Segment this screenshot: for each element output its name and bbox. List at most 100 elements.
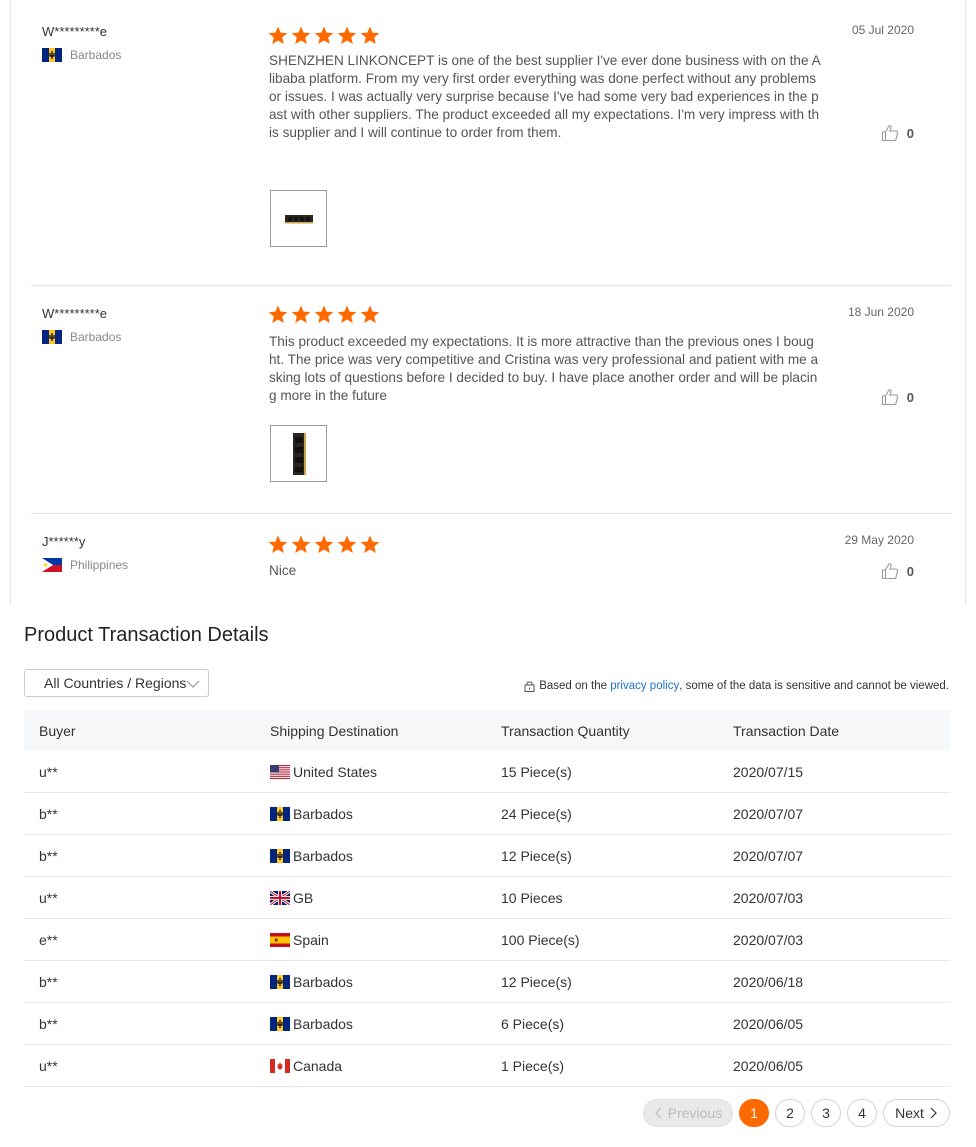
- destination-cell: United States: [255, 764, 486, 780]
- reviewer-name: W*********e: [42, 306, 108, 321]
- buyer-cell: b**: [39, 1015, 58, 1032]
- barbados-flag-icon: [270, 848, 290, 863]
- review-text: Nice: [269, 563, 297, 578]
- date-cell: 2020/06/18: [733, 973, 804, 990]
- date-cell: 2020/07/07: [733, 805, 804, 822]
- thumbs-up-icon: [881, 563, 898, 580]
- destination-cell: Barbados: [255, 974, 486, 990]
- star-icon: [291, 535, 311, 553]
- quantity-cell: 12 Piece(s): [501, 847, 572, 864]
- review-photo[interactable]: [270, 425, 327, 482]
- destination-cell: Spain: [255, 932, 486, 948]
- review-text: SHENZHEN LINKONCEPT is one of the best s…: [269, 53, 821, 140]
- destination-cell: Barbados: [255, 848, 486, 864]
- thumbs-up-icon: [881, 125, 898, 142]
- country-region-filter[interactable]: All Countries / Regions: [24, 669, 209, 697]
- table-row: u** Canada 1 Piece(s) 2020/06/05: [24, 1045, 950, 1087]
- destination-cell: GB: [255, 890, 486, 906]
- chevron-down-icon: [186, 680, 200, 688]
- quantity-cell: 6 Piece(s): [501, 1015, 565, 1032]
- lock-icon: [524, 681, 535, 692]
- star-icon: [360, 535, 380, 553]
- reviewer-name: J******y: [42, 534, 86, 549]
- star-icon: [291, 305, 311, 323]
- page-button-2[interactable]: 2: [775, 1099, 805, 1127]
- barbados-flag-icon: [42, 48, 62, 62]
- buyer-cell: e**: [39, 931, 58, 948]
- rating-stars: [268, 305, 383, 324]
- like-button[interactable]: 0: [881, 562, 914, 580]
- page-button-4[interactable]: 4: [847, 1099, 877, 1127]
- star-icon: [360, 305, 380, 323]
- star-icon: [360, 26, 380, 44]
- review-date: 18 Jun 2020: [847, 305, 914, 319]
- date-cell: 2020/07/15: [733, 763, 804, 780]
- rating-stars: [268, 26, 383, 45]
- table-row: u** United States 15 Piece(s) 2020/07/15: [24, 751, 950, 793]
- chevron-right-icon: [930, 1107, 937, 1119]
- date-cell: 2020/06/05: [733, 1015, 804, 1032]
- us-flag-icon: [270, 764, 290, 779]
- column-header-date: Transaction Date: [733, 722, 840, 739]
- star-icon: [268, 26, 288, 44]
- privacy-policy-link[interactable]: privacy policy: [610, 680, 679, 692]
- spain-flag-icon: [270, 932, 290, 947]
- review-date: 29 May 2020: [844, 533, 914, 547]
- ram-module-image: [292, 432, 306, 475]
- date-cell: 2020/07/03: [733, 889, 804, 906]
- previous-page-button[interactable]: Previous: [643, 1099, 733, 1127]
- column-header-destination: Shipping Destination: [270, 722, 399, 739]
- quantity-cell: 10 Pieces: [501, 889, 563, 906]
- reviewer-country: Barbados: [42, 330, 121, 344]
- buyer-cell: u**: [39, 763, 58, 780]
- star-icon: [268, 305, 288, 323]
- quantity-cell: 100 Piece(s): [501, 931, 580, 948]
- gb-flag-icon: [270, 890, 290, 905]
- date-cell: 2020/06/05: [733, 1057, 804, 1074]
- star-icon: [337, 26, 357, 44]
- barbados-flag-icon: [270, 974, 290, 989]
- destination-cell: Barbados: [255, 1016, 486, 1032]
- pagination: Previous 1 2 3 4 Next: [637, 1099, 950, 1127]
- review-date: 05 Jul 2020: [851, 23, 914, 37]
- review-item: W*********e Barbados SHENZHEN LINKONCEPT…: [31, 0, 951, 286]
- reviews-list: W*********e Barbados SHENZHEN LINKONCEPT…: [10, 0, 966, 606]
- barbados-flag-icon: [270, 1016, 290, 1031]
- barbados-flag-icon: [42, 330, 62, 344]
- barbados-flag-icon: [270, 806, 290, 821]
- table-row: b** Barbados 12 Piece(s) 2020/06/18: [24, 961, 950, 1003]
- buyer-cell: b**: [39, 847, 58, 864]
- star-icon: [314, 305, 334, 323]
- philippines-flag-icon: [42, 558, 62, 572]
- table-row: b** Barbados 12 Piece(s) 2020/07/07: [24, 835, 950, 877]
- table-header: Buyer Shipping Destination Transaction Q…: [24, 710, 950, 751]
- quantity-cell: 24 Piece(s): [501, 805, 572, 822]
- table-row: b** Barbados 6 Piece(s) 2020/06/05: [24, 1003, 950, 1045]
- reviewer-country: Philippines: [42, 558, 128, 572]
- buyer-cell: u**: [39, 1057, 58, 1074]
- like-count: 0: [906, 389, 914, 405]
- quantity-cell: 15 Piece(s): [501, 763, 572, 780]
- buyer-cell: b**: [39, 805, 58, 822]
- table-row: b** Barbados 24 Piece(s) 2020/07/07: [24, 793, 950, 835]
- thumbs-up-icon: [881, 389, 898, 406]
- buyer-cell: u**: [39, 889, 58, 906]
- privacy-notice: Based on the privacy policy, some of the…: [524, 680, 949, 692]
- star-icon: [291, 26, 311, 44]
- chevron-left-icon: [654, 1107, 662, 1119]
- star-icon: [314, 26, 334, 44]
- rating-stars: [268, 535, 383, 554]
- page-button-3[interactable]: 3: [811, 1099, 841, 1127]
- like-count: 0: [906, 563, 914, 579]
- like-button[interactable]: 0: [881, 124, 914, 142]
- destination-cell: Barbados: [255, 806, 486, 822]
- next-page-button[interactable]: Next: [883, 1099, 950, 1127]
- review-photo[interactable]: [270, 190, 327, 247]
- canada-flag-icon: [270, 1058, 290, 1073]
- star-icon: [268, 535, 288, 553]
- like-button[interactable]: 0: [881, 388, 914, 406]
- page-button-1[interactable]: 1: [739, 1099, 769, 1127]
- transactions-table: Buyer Shipping Destination Transaction Q…: [24, 710, 950, 1087]
- review-item: J******y Philippines Nice 29 May 2020 0: [31, 514, 951, 606]
- column-header-quantity: Transaction Quantity: [501, 722, 630, 739]
